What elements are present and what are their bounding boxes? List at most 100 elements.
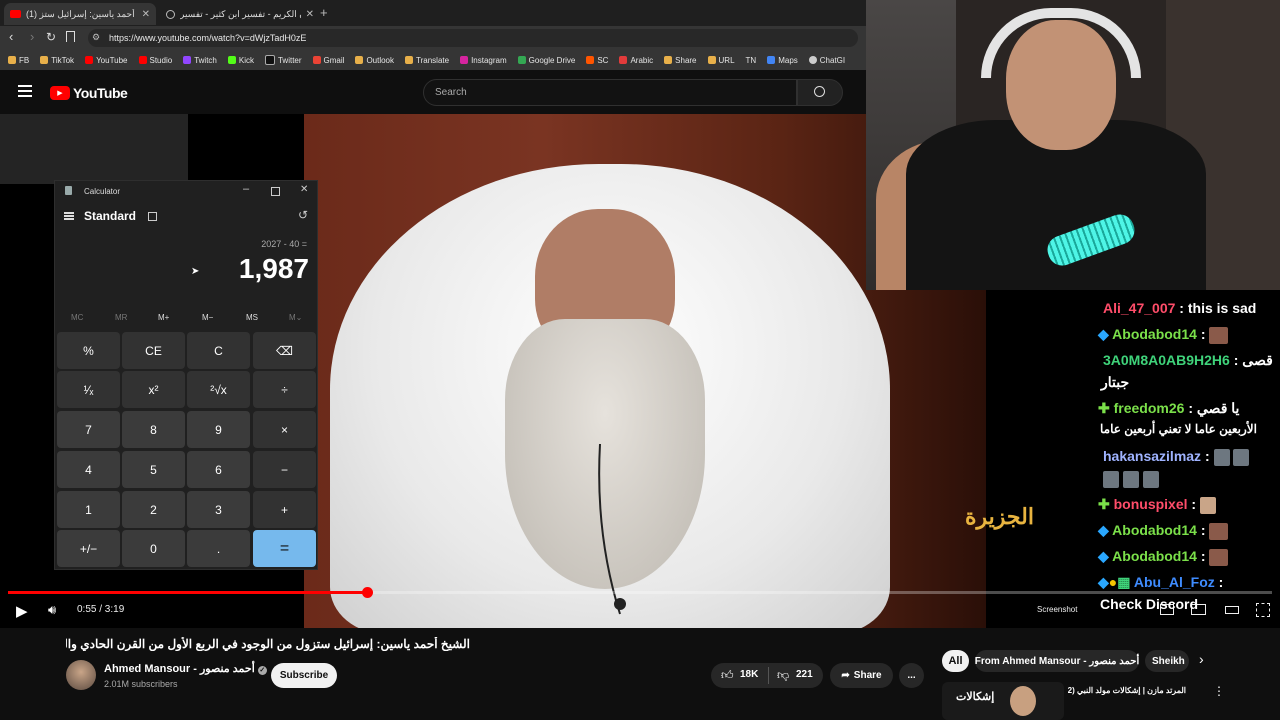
search-input[interactable]: Search bbox=[423, 79, 797, 106]
keep-on-top-icon[interactable] bbox=[148, 212, 157, 221]
chip-from-channel[interactable]: From Ahmed Mansour - أحمد منصور bbox=[975, 650, 1139, 672]
forward-icon[interactable]: › bbox=[30, 29, 34, 44]
bookmark-twitter[interactable]: Twitter bbox=[264, 55, 302, 65]
bookmark-twitch[interactable]: Twitch bbox=[183, 56, 217, 65]
share-button[interactable]: ➦ Share bbox=[830, 663, 893, 688]
memory-clear-button[interactable]: MC bbox=[71, 313, 83, 322]
divide-key[interactable]: ÷ bbox=[253, 371, 316, 408]
square-key[interactable]: x² bbox=[122, 371, 185, 408]
suggested-video-thumbnail[interactable]: إشكالات bbox=[942, 682, 1064, 720]
chat-message-continued: Check Discord bbox=[1100, 596, 1199, 612]
bookmark-translate[interactable]: Translate bbox=[405, 56, 449, 65]
like-count[interactable]: 18K bbox=[740, 669, 758, 680]
progress-track[interactable] bbox=[8, 587, 1272, 598]
bookmark-studio[interactable]: Studio bbox=[138, 56, 172, 65]
microphone-cable-icon bbox=[598, 444, 626, 615]
navigation-menu-icon[interactable] bbox=[64, 212, 74, 214]
digit-0-key[interactable]: 0 bbox=[122, 530, 185, 567]
address-bar[interactable]: ⚙ https://www.youtube.com/watch?v=dWjzTa… bbox=[88, 29, 858, 47]
site-info-icon[interactable]: ⚙ bbox=[92, 32, 100, 43]
menu-icon[interactable] bbox=[18, 85, 32, 87]
negate-key[interactable]: +/− bbox=[57, 530, 120, 567]
digit-1-key[interactable]: 1 bbox=[57, 491, 120, 528]
divider bbox=[768, 667, 769, 684]
close-button[interactable]: ✕ bbox=[300, 184, 308, 195]
bookmark-chatgpt[interactable]: ChatGI bbox=[808, 56, 845, 65]
memory-store-button[interactable]: MS bbox=[246, 313, 258, 322]
digit-7-key[interactable]: 7 bbox=[57, 411, 120, 448]
equals-key[interactable]: = bbox=[253, 530, 316, 567]
chip-sheikh[interactable]: Sheikh bbox=[1145, 650, 1189, 672]
emote-icon bbox=[1199, 496, 1216, 514]
memory-add-button[interactable]: M+ bbox=[158, 313, 169, 322]
decimal-key[interactable]: . bbox=[187, 530, 250, 567]
play-button[interactable]: ▶ bbox=[16, 602, 28, 620]
chip-all[interactable]: All bbox=[942, 650, 969, 672]
digit-2-key[interactable]: 2 bbox=[122, 491, 185, 528]
suggested-video-title[interactable]: المرتد مازن | إشكالات مولد النبي (2) bbox=[1068, 686, 1186, 695]
back-icon[interactable]: ‹ bbox=[9, 29, 13, 44]
tab-title: (1) الشيخ أحمد ياسين: إسرائيل ستز... bbox=[26, 8, 137, 19]
search-button[interactable] bbox=[797, 79, 843, 106]
thumbs-up-icon[interactable]: 👍︎ bbox=[721, 668, 734, 683]
bookmark-star-icon[interactable] bbox=[66, 31, 75, 42]
bookmark-tiktok[interactable]: TikTok bbox=[40, 56, 74, 65]
more-actions-button[interactable]: ... bbox=[899, 663, 924, 688]
multiply-key[interactable]: × bbox=[253, 411, 316, 448]
add-key[interactable]: + bbox=[253, 491, 316, 528]
square-root-key[interactable]: ²√x bbox=[187, 371, 250, 408]
bookmark-sc[interactable]: SC bbox=[586, 56, 608, 65]
volume-icon[interactable]: 🔊︎ bbox=[48, 602, 56, 618]
bookmark-youtube[interactable]: YouTube bbox=[85, 56, 128, 65]
channel-name[interactable]: Ahmed Mansour - أحمد منصور ✓ bbox=[104, 662, 267, 675]
clear-entry-key[interactable]: CE bbox=[122, 332, 185, 369]
digit-9-key[interactable]: 9 bbox=[187, 411, 250, 448]
badge-icon: ◆ bbox=[1098, 548, 1109, 564]
percent-key[interactable]: % bbox=[57, 332, 120, 369]
close-tab-icon[interactable]: ✕ bbox=[142, 9, 150, 20]
digit-6-key[interactable]: 6 bbox=[187, 451, 250, 488]
channel-avatar[interactable] bbox=[66, 660, 96, 690]
bookmark-maps[interactable]: Maps bbox=[767, 56, 798, 65]
chat-message: ✚ bonuspixel : bbox=[1098, 496, 1216, 514]
close-tab-icon[interactable]: ✕ bbox=[306, 9, 314, 20]
suggested-more-icon[interactable]: ⋮ bbox=[1213, 684, 1225, 698]
emote-icon bbox=[1233, 448, 1250, 466]
chat-message: ◆ Abodabod14 : bbox=[1098, 548, 1229, 566]
memory-subtract-button[interactable]: M− bbox=[202, 313, 213, 322]
digit-4-key[interactable]: 4 bbox=[57, 451, 120, 488]
youtube-logo[interactable]: ▶ YouTube bbox=[50, 85, 128, 101]
memory-recall-button[interactable]: MR bbox=[115, 313, 127, 322]
subscribe-button[interactable]: Subscribe bbox=[271, 663, 337, 688]
bookmark-google-drive[interactable]: Google Drive bbox=[517, 56, 575, 65]
dislike-count[interactable]: 221 bbox=[796, 669, 813, 680]
bookmark-instagram[interactable]: Instagram bbox=[460, 56, 507, 65]
bookmark-url[interactable]: URL bbox=[707, 56, 735, 65]
thumbs-down-icon[interactable]: 👎︎ bbox=[777, 668, 789, 683]
bookmark-share[interactable]: Share bbox=[664, 56, 697, 65]
bookmark-gmail[interactable]: Gmail bbox=[312, 56, 344, 65]
subtract-key[interactable]: − bbox=[253, 451, 316, 488]
backspace-key[interactable]: ⌫ bbox=[253, 332, 316, 369]
progress-scrubber[interactable] bbox=[362, 587, 373, 598]
bookmark-arabic[interactable]: Arabic bbox=[619, 56, 653, 65]
reload-icon[interactable]: ↻ bbox=[46, 30, 56, 44]
digit-3-key[interactable]: 3 bbox=[187, 491, 250, 528]
maximize-button[interactable] bbox=[271, 187, 280, 196]
reciprocal-key[interactable]: ¹⁄ₓ bbox=[57, 371, 120, 408]
history-icon[interactable]: ↺ bbox=[298, 208, 308, 222]
chips-next-icon[interactable]: › bbox=[1199, 651, 1204, 667]
bookmark-outlook[interactable]: Outlook bbox=[355, 56, 394, 65]
minimize-button[interactable]: – bbox=[243, 183, 249, 195]
tab-youtube-video[interactable]: (1) الشيخ أحمد ياسين: إسرائيل ستز... ✕ bbox=[4, 3, 156, 25]
bookmark-tn[interactable]: TN bbox=[746, 56, 757, 65]
bookmark-kick[interactable]: Kick bbox=[227, 56, 254, 65]
digit-8-key[interactable]: 8 bbox=[122, 411, 185, 448]
bookmark-fb[interactable]: FB bbox=[8, 56, 29, 65]
tab-quran-tafsir[interactable]: القرآن الكريم - تفسير ابن كثير - تفسير .… bbox=[160, 3, 320, 25]
memory-list-button[interactable]: M⌄ bbox=[289, 313, 302, 322]
new-tab-button[interactable]: + bbox=[320, 5, 328, 20]
digit-5-key[interactable]: 5 bbox=[122, 451, 185, 488]
clear-key[interactable]: C bbox=[187, 332, 250, 369]
screenshot-label[interactable]: Screenshot bbox=[1037, 605, 1077, 614]
